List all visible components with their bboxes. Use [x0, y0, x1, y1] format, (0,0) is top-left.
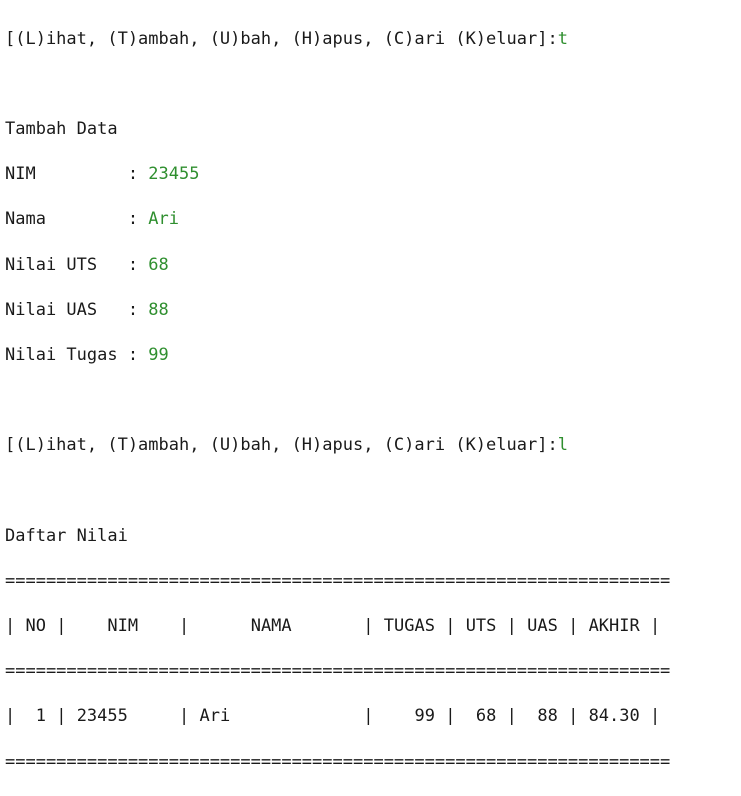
cell-akhir: 84.30 — [578, 706, 650, 727]
menu-prompt: [(L)ihat, (T)ambah, (U)bah, (H)apus, (C)… — [5, 28, 558, 49]
field-label: Nilai UAS : — [5, 299, 149, 320]
table-rule: ========================================… — [5, 570, 671, 591]
cell-tugas: 99 — [373, 706, 446, 727]
header-nama: NAMA — [189, 616, 364, 637]
cell-nama: Ari — [189, 706, 364, 727]
cell-no: 1 — [15, 706, 57, 727]
header-nim: NIM — [66, 616, 180, 637]
table-header: | NO | NIM | NAMA | TUGAS | UTS | UAS | … — [5, 616, 661, 637]
field-value: 88 — [148, 299, 169, 320]
table-row: | 1 | 23455 | Ari | 99 | 68 | 88 | 84.30… — [5, 706, 661, 727]
field-value: 23455 — [148, 164, 200, 185]
cell-nim: 23455 — [66, 706, 180, 727]
terminal-output: [(L)ihat, (T)ambah, (U)bah, (H)apus, (C)… — [0, 0, 741, 772]
header-no: NO — [15, 616, 57, 637]
header-uas: UAS — [516, 616, 569, 637]
menu-input: l — [557, 435, 568, 456]
header-uts: UTS — [455, 616, 507, 637]
field-line-nim: NIM : 23455 — [5, 163, 741, 186]
field-label: Nilai UTS : — [5, 254, 149, 275]
field-label: Nilai Tugas : — [5, 344, 149, 365]
field-line-tugas: Nilai Tugas : 99 — [5, 344, 741, 367]
table-rule: ========================================… — [5, 661, 671, 682]
cell-uas: 88 — [516, 706, 569, 727]
field-line-nama: Nama : Ari — [5, 208, 741, 231]
cell-uts: 68 — [455, 706, 507, 727]
field-label: Nama : — [5, 209, 149, 230]
menu-input: t — [557, 28, 568, 49]
header-tugas: TUGAS — [373, 616, 446, 637]
field-value: 68 — [148, 254, 169, 275]
table-rule: ========================================… — [5, 751, 671, 772]
tambah-heading: Tambah Data — [5, 118, 118, 139]
field-value: Ari — [148, 209, 180, 230]
menu-prompt-line: [(L)ihat, (T)ambah, (U)bah, (H)apus, (C)… — [5, 434, 741, 457]
field-label: NIM : — [5, 164, 149, 185]
field-value: 99 — [148, 344, 169, 365]
header-akhir: AKHIR — [578, 616, 650, 637]
daftar-heading: Daftar Nilai — [5, 525, 128, 546]
menu-prompt: [(L)ihat, (T)ambah, (U)bah, (H)apus, (C)… — [5, 435, 558, 456]
field-line-uts: Nilai UTS : 68 — [5, 254, 741, 277]
field-line-uas: Nilai UAS : 88 — [5, 299, 741, 322]
menu-prompt-line: [(L)ihat, (T)ambah, (U)bah, (H)apus, (C)… — [5, 28, 741, 51]
